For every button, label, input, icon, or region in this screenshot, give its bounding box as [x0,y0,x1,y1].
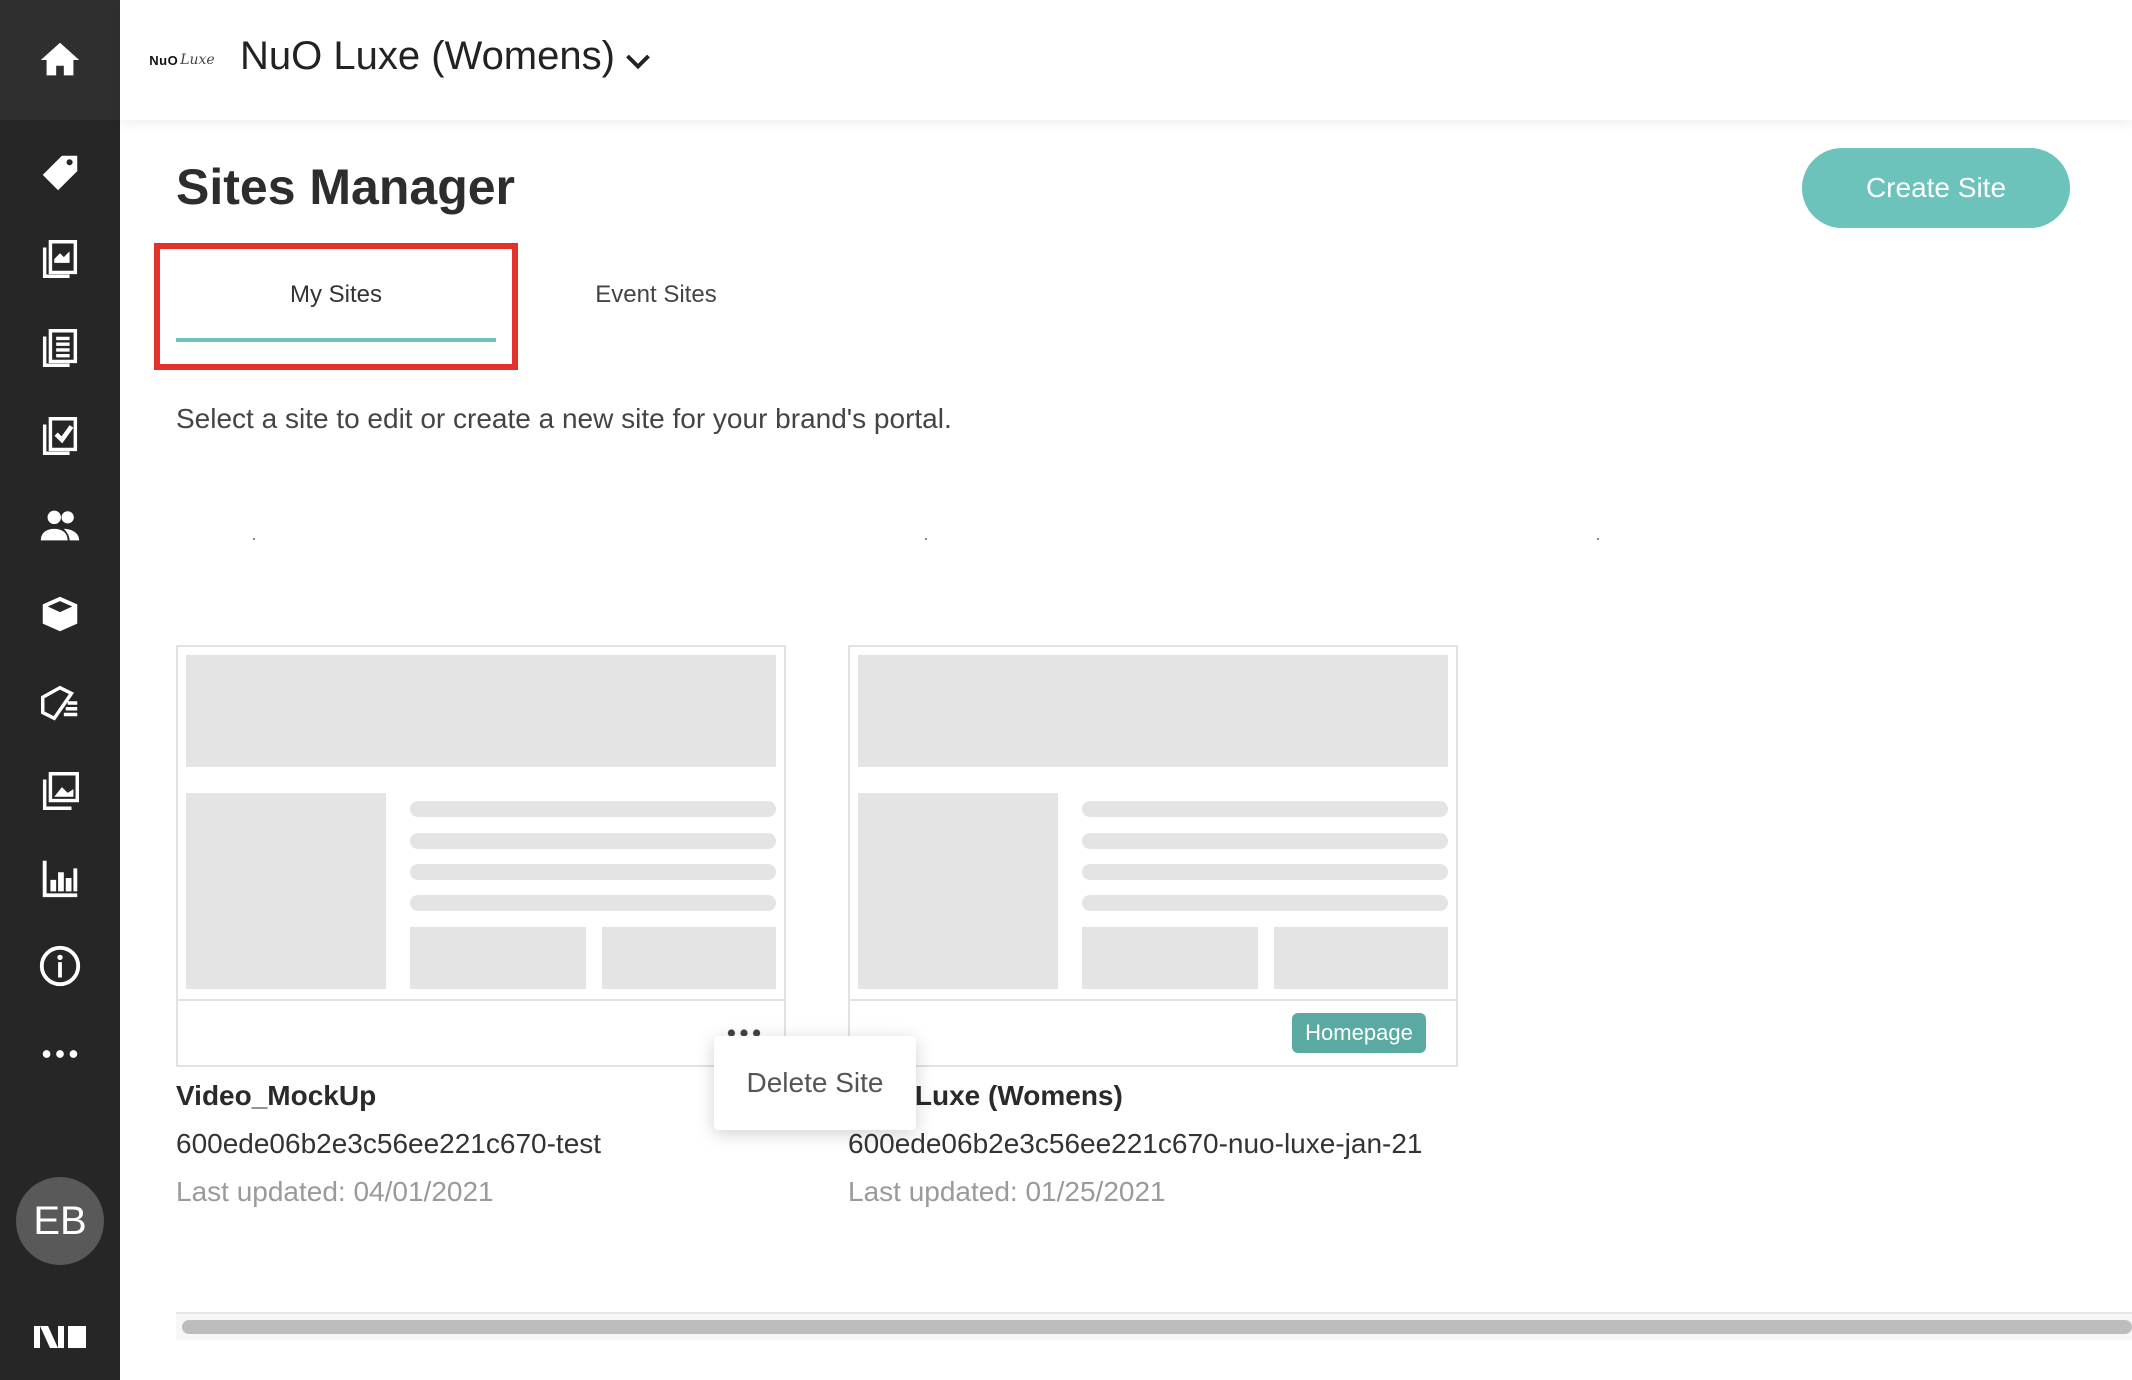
page-subtitle: Select a site to edit or create a new si… [176,403,952,434]
homepage-badge: Homepage [1292,1013,1426,1053]
list-icon[interactable] [30,318,90,378]
tag-icon[interactable] [30,143,90,203]
page-title: Sites Manager [176,159,516,215]
site-card-video-mockup[interactable] [176,645,786,1067]
horizontal-scrollbar[interactable] [176,1312,2132,1340]
brand-logo: NuO Luxe [136,14,228,106]
site-updated: Last updated: 01/25/2021 [848,1176,1166,1207]
avatar[interactable]: EB [16,1177,104,1265]
mail-icon[interactable] [30,673,90,733]
thumbnail-banner-placeholder [186,655,776,767]
highlight-annotation [154,243,518,370]
thumbnail-block-placeholder [410,927,586,989]
divider-dot [1597,538,1599,540]
thumbnail-block-placeholder [1274,927,1448,989]
box-icon[interactable] [30,584,90,644]
analytics-icon[interactable] [30,848,90,908]
site-id: 600ede06b2e3c56ee221c670-test [176,1128,602,1159]
thumbnail-image-placeholder [858,793,1058,989]
home-icon[interactable] [30,30,90,90]
users-icon[interactable] [30,495,90,555]
logo-text: NuO [149,52,179,68]
thumbnail-banner-placeholder [858,655,1448,767]
thumbnail-line-placeholder [1082,801,1448,817]
thumbnail-line-placeholder [1082,864,1448,880]
site-thumbnail[interactable] [178,647,784,999]
thumbnail-line-placeholder [410,895,776,911]
images-icon[interactable] [30,761,90,821]
card-footer [178,999,784,1065]
thumbnail-image-placeholder [186,793,386,989]
topbar: NuO Luxe NuO Luxe (Womens) [120,0,2132,120]
thumbnail-line-placeholder [1082,895,1448,911]
thumbnail-line-placeholder [1082,833,1448,849]
divider-dot [253,538,255,540]
info-icon[interactable] [30,936,90,996]
create-site-button[interactable]: Create Site [1802,148,2070,228]
delete-site-menu-item[interactable]: Delete Site [714,1036,916,1130]
site-updated: Last updated: 04/01/2021 [176,1176,494,1207]
tab-event-sites[interactable]: Event Sites [546,250,766,340]
chevron-down-icon[interactable] [620,44,656,80]
thumbnail-block-placeholder [602,927,776,989]
catalog-icon[interactable] [30,229,90,289]
thumbnail-line-placeholder [410,833,776,849]
thumbnail-block-placeholder [1082,927,1258,989]
thumbnail-line-placeholder [410,801,776,817]
site-thumbnail[interactable] [850,647,1456,999]
divider-dot [925,538,927,540]
brand-selector-label[interactable]: NuO Luxe (Womens) [240,34,615,79]
site-card-nuo-luxe[interactable]: Homepage [848,645,1458,1067]
checklist-icon[interactable] [30,406,90,466]
brand-mark-icon [34,1326,86,1348]
scrollbar-thumb[interactable] [182,1320,2132,1334]
logo-script: Luxe [180,52,215,68]
more-icon[interactable] [30,1024,90,1084]
card-footer: Homepage [850,999,1456,1065]
site-id: 600ede06b2e3c56ee221c670-nuo-luxe-jan-21 [848,1128,1423,1159]
site-name[interactable]: Video_MockUp [176,1080,376,1112]
thumbnail-line-placeholder [410,864,776,880]
sidebar: EB [0,0,120,1380]
